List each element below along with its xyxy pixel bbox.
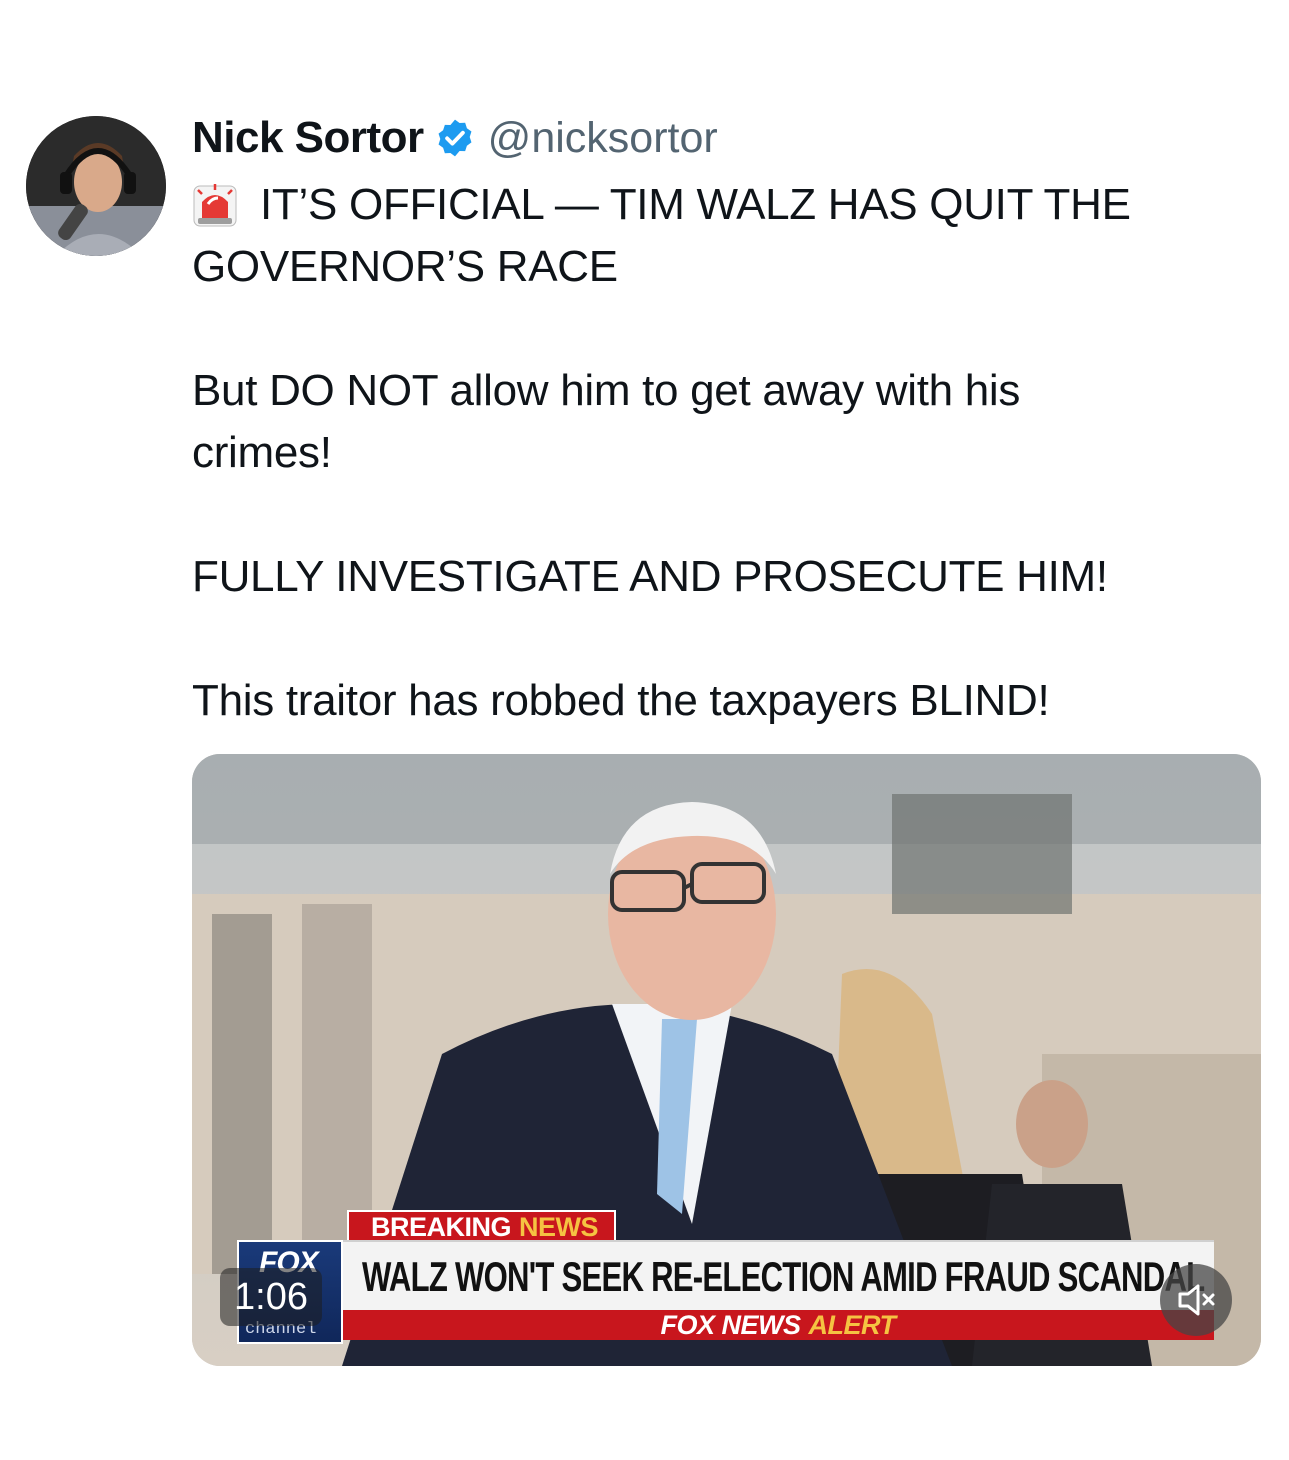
tweet-line-text: FULLY INVESTIGATE AND PROSECUTE HIM! bbox=[192, 552, 1108, 601]
tweet-line-text: But DO NOT allow him to get away with hi… bbox=[192, 366, 1021, 415]
tweet-line-text: GOVERNOR’S RACE bbox=[192, 242, 618, 291]
headline-bar: WALZ WON'T SEEK RE-ELECTION AMID FRAUD S… bbox=[342, 1240, 1214, 1312]
tweet-line-text: IT’S OFFICIAL — TIM WALZ HAS QUIT THE bbox=[260, 180, 1131, 229]
tweet-line-3: But DO NOT allow him to get away with hi… bbox=[192, 360, 1252, 422]
alert-word: ALERT bbox=[808, 1309, 897, 1340]
tweet-line-6: This traitor has robbed the taxpayers BL… bbox=[192, 670, 1252, 732]
news-word: NEWS bbox=[519, 1211, 599, 1242]
tweet-text: IT’S OFFICIAL — TIM WALZ HAS QUIT THE GO… bbox=[192, 174, 1252, 732]
display-name[interactable]: Nick Sortor bbox=[192, 113, 424, 163]
tweet-line-text: crimes! bbox=[192, 428, 332, 477]
handle[interactable]: @nicksortor bbox=[488, 114, 718, 163]
mute-button[interactable] bbox=[1160, 1264, 1232, 1336]
breaking-news-label: BREAKING NEWS bbox=[347, 1210, 617, 1244]
alert-bar: FOX NEWS ALERT bbox=[342, 1310, 1214, 1340]
tweet-line-text: This traitor has robbed the taxpayers BL… bbox=[192, 676, 1050, 725]
speaker-muted-icon bbox=[1178, 1284, 1215, 1316]
headline: WALZ WON'T SEEK RE-ELECTION AMID FRAUD S… bbox=[362, 1253, 1205, 1300]
tweet-line-2: GOVERNOR’S RACE bbox=[192, 236, 1252, 298]
news-lower-third: BREAKING NEWS WALZ WON'T SEEK RE-ELECTIO… bbox=[192, 754, 1261, 1366]
tweet-header: Nick Sortor @nicksortor bbox=[192, 108, 718, 168]
video-player[interactable]: BREAKING NEWS WALZ WON'T SEEK RE-ELECTIO… bbox=[192, 754, 1261, 1366]
avatar-image bbox=[26, 116, 166, 256]
breaking-word: BREAKING bbox=[371, 1211, 512, 1242]
tweet-line-1: IT’S OFFICIAL — TIM WALZ HAS QUIT THE bbox=[192, 174, 1252, 236]
alert-source: FOX NEWS bbox=[660, 1309, 801, 1340]
tweet-line-5: FULLY INVESTIGATE AND PROSECUTE HIM! bbox=[192, 546, 1252, 608]
video-duration: 1:06 bbox=[220, 1268, 322, 1326]
avatar[interactable] bbox=[26, 116, 166, 256]
verified-badge-icon bbox=[434, 117, 476, 159]
siren-emoji-icon bbox=[192, 182, 238, 228]
tweet-line-4: crimes! bbox=[192, 422, 1252, 484]
